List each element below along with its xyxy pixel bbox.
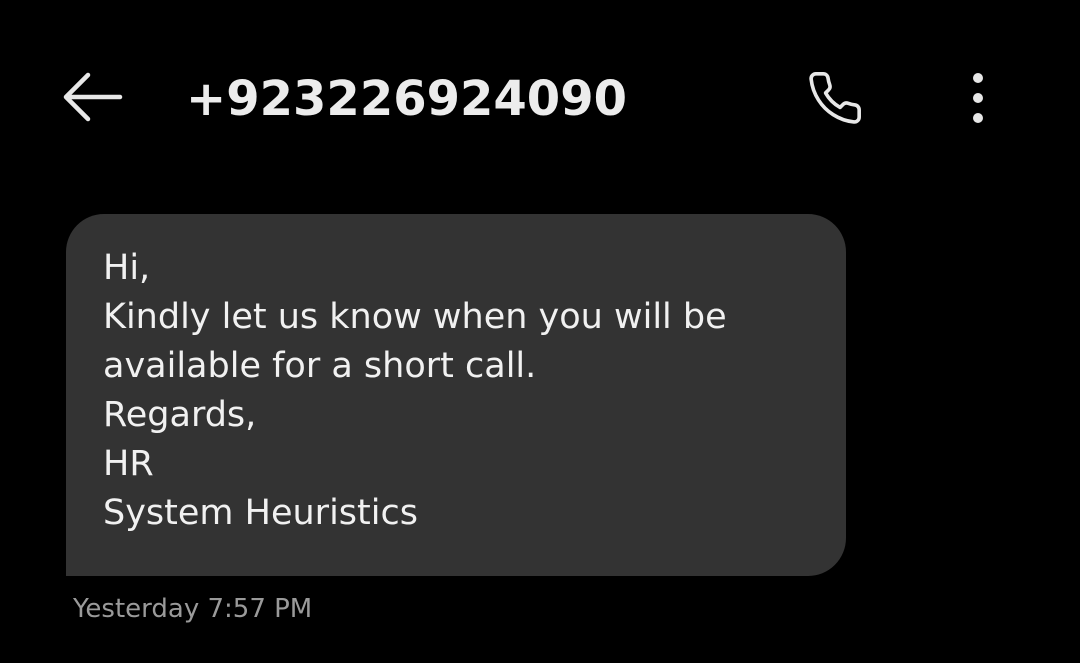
contact-number-title: +923226924090 <box>186 71 627 127</box>
more-options-button[interactable] <box>950 62 1006 134</box>
message-line: Kindly let us know when you will be <box>103 297 727 337</box>
message-line: Regards, <box>103 395 257 435</box>
call-button[interactable] <box>798 62 872 134</box>
back-button[interactable] <box>52 62 132 132</box>
message-line: available for a short call. <box>103 346 537 386</box>
arrow-left-icon <box>60 69 124 125</box>
message-line: System Heuristics <box>103 493 418 533</box>
conversation-header: +923226924090 <box>0 0 1080 200</box>
phone-icon <box>806 69 864 127</box>
message-bubble[interactable]: Hi, Kindly let us know when you will be … <box>66 214 846 576</box>
message-line: HR <box>103 444 154 484</box>
more-vertical-icon <box>971 72 985 124</box>
message-line: Hi, <box>103 248 151 288</box>
message-timestamp: Yesterday 7:57 PM <box>73 594 313 624</box>
